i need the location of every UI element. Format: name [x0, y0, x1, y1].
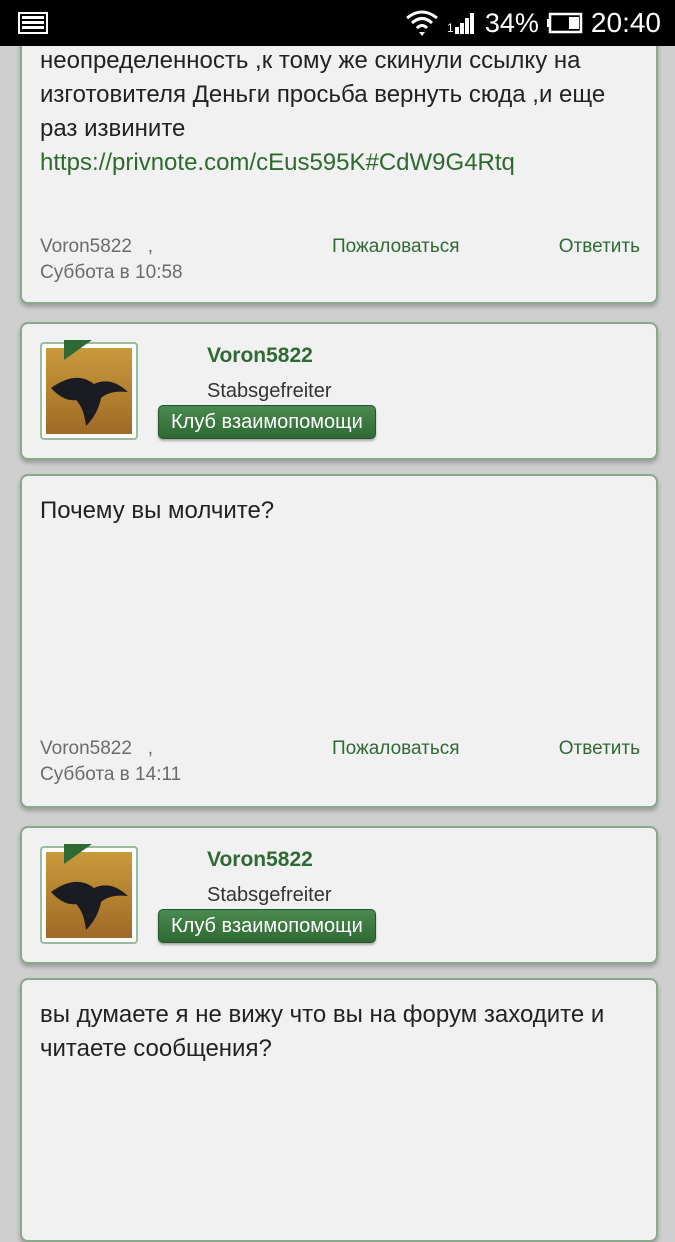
svg-text:1: 1	[447, 21, 454, 35]
user-card: Voron5822 Stabsgefreiter Клуб взаимопомо…	[20, 826, 658, 964]
battery-icon	[546, 12, 583, 34]
avatar[interactable]	[40, 844, 138, 944]
club-badge-button[interactable]: Клуб взаимопомощи	[158, 405, 376, 439]
post-text: вы думаете я не вижу что вы на форум зах…	[40, 1001, 605, 1062]
raven-avatar-image	[46, 852, 132, 938]
user-card: Voron5822 Stabsgefreiter Клуб взаимопомо…	[20, 322, 658, 460]
post-link[interactable]: https://privnote.com/cEus595K#CdW9G4Rtq	[40, 146, 605, 180]
username[interactable]: Voron5822	[207, 344, 313, 368]
status-bar: 1 34% 20:40	[0, 0, 675, 46]
battery-percent: 34%	[484, 7, 539, 38]
rank-flag-icon	[64, 844, 92, 864]
post-text: Почему вы молчите?	[40, 497, 275, 524]
avatar[interactable]	[40, 340, 138, 440]
reply-button[interactable]: Ответить	[559, 236, 640, 258]
report-button[interactable]: Пожаловаться	[332, 236, 460, 258]
club-badge-button[interactable]: Клуб взаимопомощи	[158, 909, 376, 943]
post-date: Суббота в 10:58	[40, 262, 183, 283]
user-rank: Stabsgefreiter	[207, 884, 332, 906]
notification-icon	[18, 12, 48, 34]
post-author[interactable]: Voron5822 ,	[40, 236, 153, 258]
clock: 20:40	[590, 7, 661, 38]
post-card: вы думаете я не вижу что вы на форум зах…	[20, 978, 658, 1242]
post-author[interactable]: Voron5822 ,	[40, 738, 153, 760]
signal-icon: 1	[447, 13, 474, 35]
reply-button[interactable]: Ответить	[559, 738, 640, 760]
rank-flag-icon	[64, 340, 92, 360]
post-text: неопределенность ,к тому же скинули ссыл…	[40, 44, 605, 180]
post-card: Почему вы молчите? Voron5822 , Суббота в…	[20, 474, 658, 808]
raven-avatar-image	[46, 348, 132, 434]
post-date: Суббота в 14:11	[40, 764, 182, 785]
username[interactable]: Voron5822	[207, 848, 313, 872]
user-rank: Stabsgefreiter	[207, 380, 332, 402]
report-button[interactable]: Пожаловаться	[332, 738, 460, 760]
wifi-icon	[405, 10, 438, 36]
